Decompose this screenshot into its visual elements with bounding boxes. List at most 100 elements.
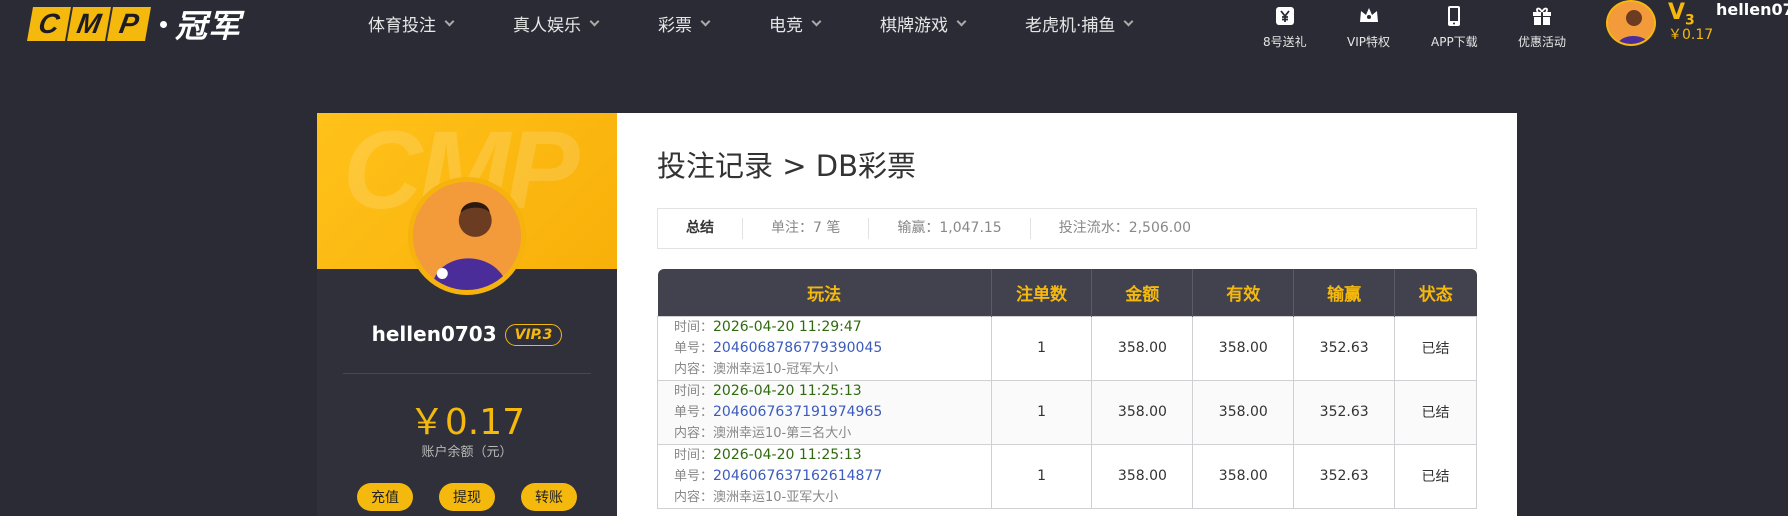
nav-label: 棋牌游戏 — [880, 15, 948, 36]
bet-count: 1 — [990, 443, 1093, 509]
chevron-down-icon — [444, 16, 455, 26]
vip-badge: VIP.3 — [504, 324, 563, 346]
bet-content: 澳洲幸运10-亚军大小 — [713, 489, 839, 505]
nav-item-card-games[interactable]: 棋牌游戏 — [880, 11, 967, 36]
chevron-down-icon — [700, 16, 711, 26]
account-balance-label: 账户余额（元） — [421, 445, 513, 460]
col-header-valid: 有效 — [1192, 269, 1295, 316]
yen-gift-icon — [1275, 7, 1294, 25]
bet-content-line: 内容：澳洲幸运10-冠军大小 — [674, 359, 991, 380]
quick-link-label: 8号送礼 — [1263, 35, 1307, 49]
bet-amount: 358.00 — [1091, 315, 1194, 381]
table-row: 时间：2026-04-20 11:25:13 单号：20460676371626… — [657, 443, 1477, 509]
bet-records-table: 玩法 注单数 金额 有效 输赢 状态 时间：2026-04-20 11:29:4… — [657, 269, 1477, 509]
header-username[interactable]: hellen0703 — [1716, 0, 1788, 19]
summary-count: 单注：7 笔 — [743, 218, 870, 239]
bet-count: 1 — [990, 315, 1093, 381]
phone-icon — [1448, 6, 1461, 26]
vip-level-letter: V — [1668, 0, 1686, 25]
logo-letter-p: P — [107, 7, 151, 41]
bet-content-line: 内容：澳洲幸运10-亚军大小 — [674, 487, 991, 508]
bet-content: 澳洲幸运10-冠军大小 — [713, 361, 839, 377]
bet-info-cell: 时间：2026-04-20 11:25:13 单号：20460676371919… — [657, 379, 992, 445]
user-avatar[interactable] — [1606, 0, 1656, 46]
logo-text: 冠军 — [175, 7, 242, 45]
bet-time: 2026-04-20 11:25:13 — [713, 446, 862, 463]
gift-icon — [1533, 7, 1551, 25]
nav-item-live-casino[interactable]: 真人娱乐 — [513, 11, 600, 36]
table-header-row: 玩法 注单数 金额 有效 输赢 状态 — [657, 269, 1477, 316]
col-header-count: 注单数 — [991, 269, 1093, 316]
quick-link-promotions[interactable]: 优惠活动 — [1518, 4, 1566, 50]
quick-link-app-download[interactable]: APP下载 — [1431, 4, 1478, 50]
logo-letter-m: M — [67, 7, 111, 41]
bet-win: 352.63 — [1293, 443, 1396, 509]
chevron-down-icon — [1123, 16, 1134, 26]
bet-order-link[interactable]: 2046067637162614877 — [713, 468, 882, 484]
nav-item-slots-fishing[interactable]: 老虎机·捕鱼 — [1025, 11, 1134, 36]
summary-bar: 总结 单注：7 笔 输赢：1,047.15 投注流水：2,506.00 — [657, 208, 1477, 249]
transfer-button[interactable]: 转账 — [521, 483, 577, 511]
bet-win: 352.63 — [1293, 379, 1396, 445]
bet-order-link[interactable]: 2046068786779390045 — [713, 340, 882, 356]
bet-valid: 358.00 — [1192, 443, 1295, 509]
nav-label: 体育投注 — [368, 15, 436, 36]
col-header-win: 输赢 — [1293, 269, 1396, 316]
bet-order-label: 单号： — [674, 340, 714, 356]
user-sidebar: CMP hellen0703 VIP.3 ￥0.17 账户余额（元） 充值 提现 … — [317, 113, 617, 516]
bet-status: 已结 — [1394, 315, 1477, 381]
nav-item-esports[interactable]: 电竞 — [769, 11, 822, 36]
sidebar-username-text: hellen0703 — [371, 322, 497, 346]
bet-order-label: 单号： — [674, 404, 714, 420]
avatar-image — [413, 182, 521, 290]
sidebar-avatar — [408, 177, 526, 295]
chevron-down-icon — [589, 16, 600, 26]
bet-order-label: 单号： — [674, 468, 714, 484]
nav-label: 老虎机·捕鱼 — [1025, 15, 1116, 36]
logo-dot — [160, 20, 167, 28]
table-row: 时间：2026-04-20 11:25:13 单号：20460676371919… — [657, 379, 1477, 445]
summary-head: 总结 — [658, 218, 743, 239]
nav-item-sports[interactable]: 体育投注 — [368, 11, 455, 36]
logo-letter-c: C — [27, 7, 71, 41]
bet-order-line: 单号：2046068786779390045 — [674, 338, 991, 359]
withdraw-button[interactable]: 提现 — [439, 483, 495, 511]
deposit-button[interactable]: 充值 — [357, 483, 413, 511]
avatar-image — [1608, 2, 1654, 44]
quick-link-label: 优惠活动 — [1518, 35, 1567, 49]
bet-time: 2026-04-20 11:25:13 — [713, 382, 862, 399]
nav-label: 真人娱乐 — [513, 15, 581, 36]
bet-info-cell: 时间：2026-04-20 11:29:47 单号：20460687867793… — [657, 315, 992, 381]
logo-letters: C M P — [27, 7, 151, 41]
sidebar-actions: 充值 提现 转账 — [357, 483, 577, 511]
bet-amount: 358.00 — [1091, 443, 1194, 509]
bet-win: 352.63 — [1293, 315, 1396, 381]
bet-order-link[interactable]: 2046067637191974965 — [713, 404, 882, 420]
bet-amount: 358.00 — [1091, 379, 1194, 445]
quick-link-gift-day[interactable]: 8号送礼 — [1263, 4, 1307, 50]
bet-valid: 358.00 — [1192, 379, 1295, 445]
account-balance: ￥0.17 — [408, 402, 526, 443]
sidebar-username: hellen0703 VIP.3 — [317, 322, 617, 346]
site-logo[interactable]: C M P 冠军 — [27, 6, 241, 45]
quick-link-label: APP下载 — [1431, 35, 1478, 49]
bet-content-line: 内容：澳洲幸运10-第三名大小 — [674, 423, 991, 444]
chevron-down-icon — [811, 16, 822, 26]
quick-link-vip[interactable]: VIP特权 — [1347, 4, 1390, 50]
bet-content-label: 内容： — [674, 425, 714, 441]
top-header: C M P 冠军 体育投注 真人娱乐 彩票 电竞 棋牌游戏 老虎机·捕鱼 8号送… — [0, 0, 1788, 52]
bet-count: 1 — [990, 379, 1093, 445]
nav-item-lottery[interactable]: 彩票 — [658, 11, 711, 36]
bet-time-label: 时间： — [674, 319, 714, 335]
bet-content-label: 内容： — [674, 361, 714, 377]
col-header-status: 状态 — [1394, 269, 1477, 316]
bet-content-label: 内容： — [674, 489, 714, 505]
bet-time-line: 时间：2026-04-20 11:29:47 — [674, 317, 991, 338]
bet-time-line: 时间：2026-04-20 11:25:13 — [674, 381, 991, 402]
table-row: 时间：2026-04-20 11:29:47 单号：20460687867793… — [657, 315, 1477, 381]
bet-order-line: 单号：2046067637191974965 — [674, 402, 991, 423]
bet-order-line: 单号：2046067637162614877 — [674, 466, 991, 487]
bet-content: 澳洲幸运10-第三名大小 — [713, 425, 852, 441]
quick-link-label: VIP特权 — [1347, 35, 1390, 49]
nav-label: 电竞 — [769, 15, 803, 36]
